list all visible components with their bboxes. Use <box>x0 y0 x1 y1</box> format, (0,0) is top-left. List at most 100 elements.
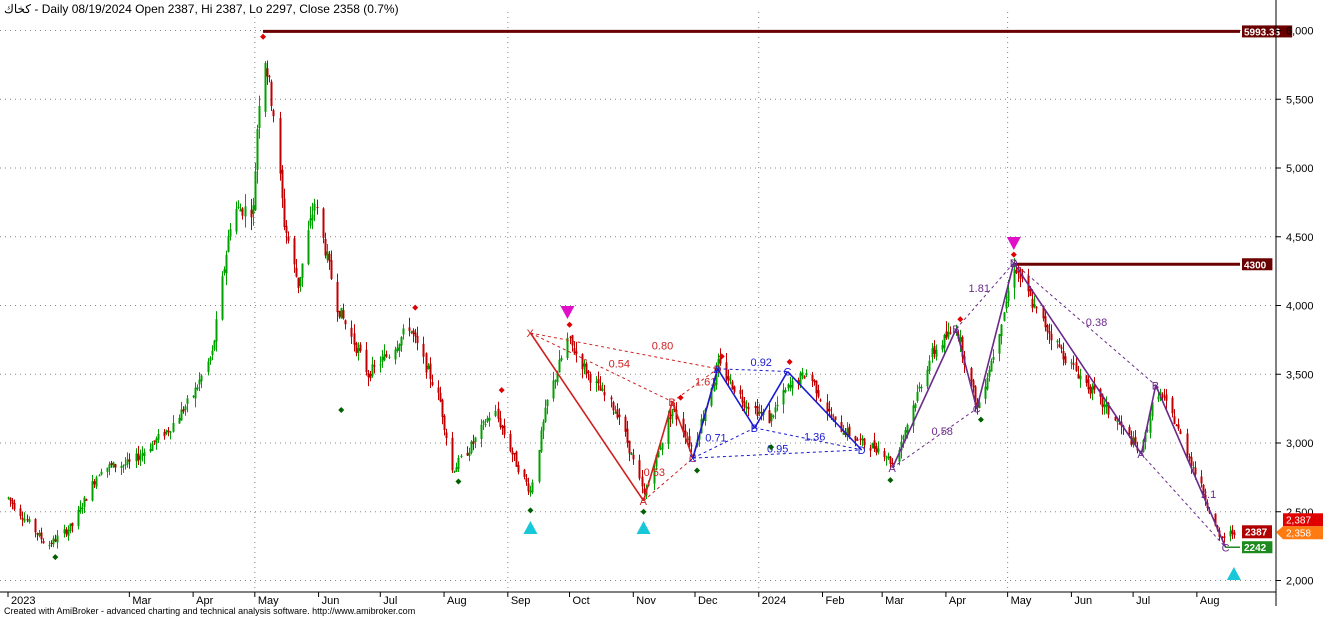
candle-body <box>388 356 391 358</box>
candle-body <box>661 442 664 450</box>
candle-body <box>1223 536 1226 538</box>
candle-body <box>287 236 290 241</box>
pattern-ratio-label: 0.38 <box>1086 317 1107 329</box>
candle-body <box>527 483 530 492</box>
candle-body <box>484 424 487 426</box>
pattern-leg <box>716 368 756 429</box>
candle-body <box>538 450 541 482</box>
candle-body <box>1075 362 1078 372</box>
symbol-name: كخاك <box>4 2 32 16</box>
red-diamond-marker <box>957 316 964 323</box>
candle-body <box>1149 418 1152 433</box>
pattern-ratio-label: 0.53 <box>644 467 665 479</box>
candle-body <box>194 387 197 399</box>
candle-body <box>480 424 483 439</box>
candle-body <box>383 354 386 361</box>
candle-body <box>947 331 950 337</box>
candle-body <box>36 533 39 535</box>
candle-body <box>854 436 857 441</box>
candle-body <box>1173 416 1176 424</box>
candle-body <box>422 343 425 357</box>
candle-body <box>770 413 773 422</box>
candle-body <box>671 409 674 416</box>
green-diamond-marker <box>455 478 462 485</box>
level-label: 4300 <box>1244 260 1267 271</box>
candle-body <box>826 402 829 413</box>
candle-body <box>560 357 563 361</box>
candle-body <box>1072 363 1075 366</box>
candle-body <box>367 372 370 378</box>
candle-body <box>569 336 572 338</box>
candle-body <box>371 364 374 376</box>
candle-body <box>137 453 140 461</box>
pattern-leg <box>1140 385 1157 455</box>
candle-body <box>396 347 399 351</box>
candle-body <box>460 455 463 457</box>
candle-body <box>77 509 80 527</box>
candle-body <box>540 430 543 452</box>
candle-body <box>945 331 948 339</box>
candle-body <box>1171 397 1174 414</box>
price-tag-label: 2,358 <box>1286 528 1311 539</box>
candle-body <box>758 411 761 415</box>
candle-body <box>453 471 456 473</box>
buy-signal-arrow <box>636 521 651 534</box>
candle-body <box>416 335 419 344</box>
candle-body <box>1175 425 1178 427</box>
candle-body <box>307 230 310 265</box>
candle-body <box>772 415 775 417</box>
candle-body <box>768 410 771 424</box>
candle-body <box>340 307 343 319</box>
candle-body <box>106 467 109 472</box>
candle-body <box>902 436 905 440</box>
candle-body <box>81 507 84 509</box>
candle-body <box>408 327 411 331</box>
candle-body <box>427 365 430 370</box>
candle-body <box>285 225 288 233</box>
red-diamond-marker <box>412 304 419 311</box>
candle-body <box>400 336 403 346</box>
pattern-point-label: B <box>1152 380 1159 392</box>
pattern-point-label: A <box>640 496 648 508</box>
candle-body <box>916 391 919 401</box>
candle-body <box>729 378 732 380</box>
candle-body <box>501 425 504 429</box>
candle-body <box>920 387 923 389</box>
candle-body <box>135 453 138 462</box>
candle-body <box>215 319 218 342</box>
candle-body <box>322 208 325 238</box>
candle-body <box>1233 532 1236 536</box>
candle-body <box>998 334 1001 354</box>
candle-body <box>848 426 851 437</box>
candle-body <box>431 382 434 385</box>
green-diamond-marker <box>887 477 894 484</box>
candle-body <box>552 380 555 399</box>
pattern-point-label: C <box>973 404 981 416</box>
candle-body <box>28 519 31 523</box>
candle-body <box>350 327 353 337</box>
candle-body <box>163 431 166 437</box>
candle-body <box>1003 312 1006 321</box>
x-axis: 2023 Mar Apr May Jun Jul Aug Sep Oct Nov Dec 2024 Fe… <box>0 591 1276 607</box>
candle-body <box>782 390 785 405</box>
candle-body <box>169 431 172 433</box>
candle-body <box>601 388 604 391</box>
candle-body <box>326 251 329 260</box>
candle-body <box>110 462 113 465</box>
candle-body <box>992 356 995 360</box>
candle-body <box>301 263 304 278</box>
candle-body <box>494 411 497 416</box>
candle-body <box>815 380 818 394</box>
candle-body <box>1091 386 1094 394</box>
candle-body <box>988 370 991 377</box>
candle-body <box>254 171 257 211</box>
pattern-point-label: B <box>751 423 758 435</box>
candle-body <box>229 229 232 237</box>
candle-body <box>1050 333 1053 341</box>
candle-body <box>98 475 101 477</box>
candle-body <box>112 462 115 468</box>
candle-body <box>56 535 59 543</box>
candle-body <box>1200 476 1203 484</box>
x-tick-label: Jun <box>1074 595 1092 607</box>
candle-body <box>774 407 777 413</box>
